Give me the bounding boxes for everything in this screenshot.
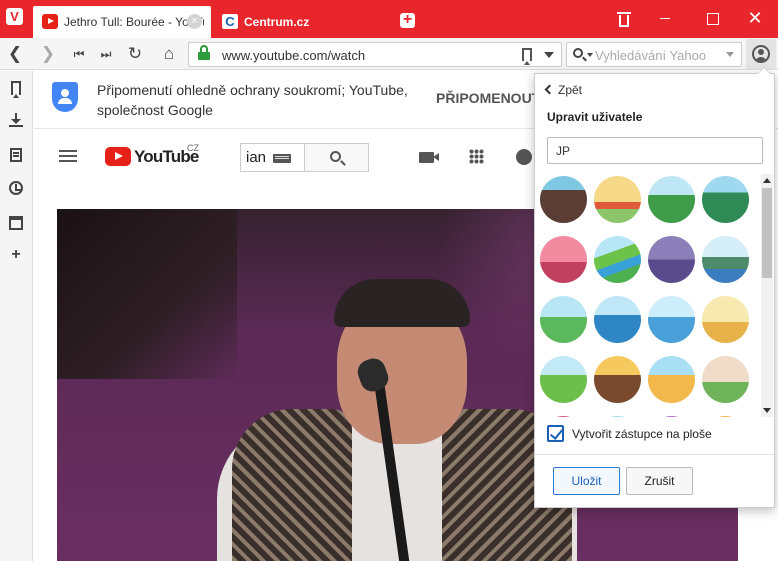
avatar-mountain-lake[interactable] <box>702 236 749 283</box>
avatar-grid <box>536 174 761 417</box>
avatar-windmill-hill[interactable] <box>540 296 587 343</box>
history-panel-icon[interactable] <box>9 181 23 195</box>
vivaldi-menu-icon[interactable]: V <box>6 8 23 25</box>
back-icon[interactable]: ❮ <box>4 43 26 65</box>
chevron-down-icon[interactable] <box>544 52 554 58</box>
search-engine-chevron-icon[interactable] <box>587 53 593 57</box>
avatar-farm-house[interactable] <box>702 296 749 343</box>
search-field[interactable]: Vyhledávání Yahoo <box>566 42 742 67</box>
add-panel-icon[interactable]: + <box>9 247 23 263</box>
scroll-up-icon[interactable] <box>763 178 771 183</box>
divider <box>535 454 774 455</box>
avatar-river-valley[interactable] <box>594 236 641 283</box>
new-tab-button[interactable]: + <box>400 12 415 28</box>
avatar-partial[interactable] <box>702 416 749 417</box>
apps-grid-icon[interactable] <box>469 149 484 164</box>
scroll-down-icon[interactable] <box>763 408 771 413</box>
avatar-partial[interactable] <box>594 416 641 417</box>
avatar-village[interactable] <box>594 176 641 223</box>
minimize-icon[interactable] <box>655 9 675 27</box>
url-text: www.youtube.com/watch <box>222 48 366 63</box>
url-field[interactable]: www.youtube.com/watch <box>188 42 562 67</box>
chevron-left-icon <box>544 84 555 95</box>
upload-video-icon[interactable] <box>419 152 439 163</box>
tab-youtube[interactable]: Jethro Tull: Bourée - YouTube × <box>33 6 211 38</box>
avatar-moonlit-night[interactable] <box>648 236 695 283</box>
remind-button[interactable]: PŘIPOMENOUT <box>436 90 540 106</box>
avatar-dunes[interactable] <box>648 356 695 403</box>
user-name-field[interactable] <box>547 137 763 164</box>
youtube-search-input[interactable]: ian <box>240 143 305 172</box>
drum-kit-image <box>57 209 237 379</box>
address-bar: ❮ ❯ ⏮ ⏭ ↻ ⌂ www.youtube.com/watch Vyhled… <box>0 38 778 70</box>
close-window-icon[interactable]: ✕ <box>745 9 765 27</box>
forward-icon[interactable]: ❯ <box>37 43 59 65</box>
edit-user-popup: Zpět Upravit uživatele Vytvořit zástupce… <box>534 67 775 508</box>
back-label: Zpět <box>558 83 583 97</box>
window-panel-icon[interactable] <box>9 216 23 230</box>
popup-title: Upravit uživatele <box>547 110 643 124</box>
avatar-sunset-sailboat[interactable] <box>540 236 587 283</box>
avatar-castle[interactable] <box>702 356 749 403</box>
profile-button[interactable] <box>746 39 776 69</box>
youtube-logo-icon[interactable] <box>105 147 131 166</box>
keyboard-icon[interactable] <box>273 154 291 163</box>
search-value: ian <box>246 149 267 166</box>
lock-icon <box>198 45 210 60</box>
menu-icon[interactable] <box>59 150 77 152</box>
reload-icon[interactable]: ↻ <box>124 43 146 65</box>
youtube-search-button[interactable] <box>304 143 369 172</box>
desktop-shortcut-label: Vytvořit zástupce na ploše <box>572 427 712 441</box>
trash-icon[interactable] <box>617 12 631 27</box>
rewind-icon[interactable]: ⏮ <box>68 43 90 65</box>
cancel-button[interactable]: Zrušit <box>626 467 693 495</box>
avatar-green-hills[interactable] <box>540 356 587 403</box>
search-icon <box>573 48 583 58</box>
tab-title: Centrum.cz <box>244 15 310 29</box>
country-code: CZ <box>187 143 199 153</box>
bookmarks-panel-icon[interactable] <box>11 81 21 98</box>
avatar-forest[interactable] <box>702 176 749 223</box>
tab-centrum[interactable]: C Centrum.cz <box>213 6 391 38</box>
side-panel: + <box>0 71 33 561</box>
avatar-partial[interactable] <box>648 416 695 417</box>
tab-bar: V Jethro Tull: Bourée - YouTube × C Cent… <box>0 0 778 38</box>
avatar-waterfall[interactable] <box>540 176 587 223</box>
avatar-park-tree[interactable] <box>648 176 695 223</box>
search-icon <box>330 151 341 162</box>
bookmark-icon[interactable] <box>522 48 532 65</box>
avatar-partial[interactable] <box>540 416 587 417</box>
search-placeholder: Vyhledávání Yahoo <box>595 48 707 63</box>
centrum-favicon-icon: C <box>222 14 238 29</box>
avatar-scrollbar[interactable] <box>761 174 773 417</box>
user-icon <box>752 45 770 63</box>
desktop-shortcut-checkbox[interactable] <box>547 425 564 442</box>
maximize-icon[interactable] <box>702 9 722 27</box>
privacy-text: Připomenutí ohledně ochrany soukromí; Yo… <box>97 82 408 118</box>
scroll-thumb[interactable] <box>762 188 772 278</box>
shield-icon <box>52 82 78 112</box>
youtube-favicon-icon <box>42 14 58 29</box>
home-icon[interactable]: ⌂ <box>158 43 180 65</box>
tab-title: Jethro Tull: Bourée - YouTube <box>64 15 204 29</box>
avatar-glacier[interactable] <box>648 296 695 343</box>
close-tab-icon[interactable]: × <box>187 14 202 29</box>
fast-forward-icon[interactable]: ⏭ <box>95 43 117 65</box>
messages-icon[interactable] <box>516 149 532 165</box>
downloads-panel-icon[interactable] <box>9 113 23 127</box>
avatar-road-desert[interactable] <box>594 356 641 403</box>
chevron-down-icon[interactable] <box>726 52 734 57</box>
avatar-island-sea[interactable] <box>594 296 641 343</box>
notes-panel-icon[interactable] <box>10 148 22 162</box>
save-button[interactable]: Uložit <box>553 467 620 495</box>
